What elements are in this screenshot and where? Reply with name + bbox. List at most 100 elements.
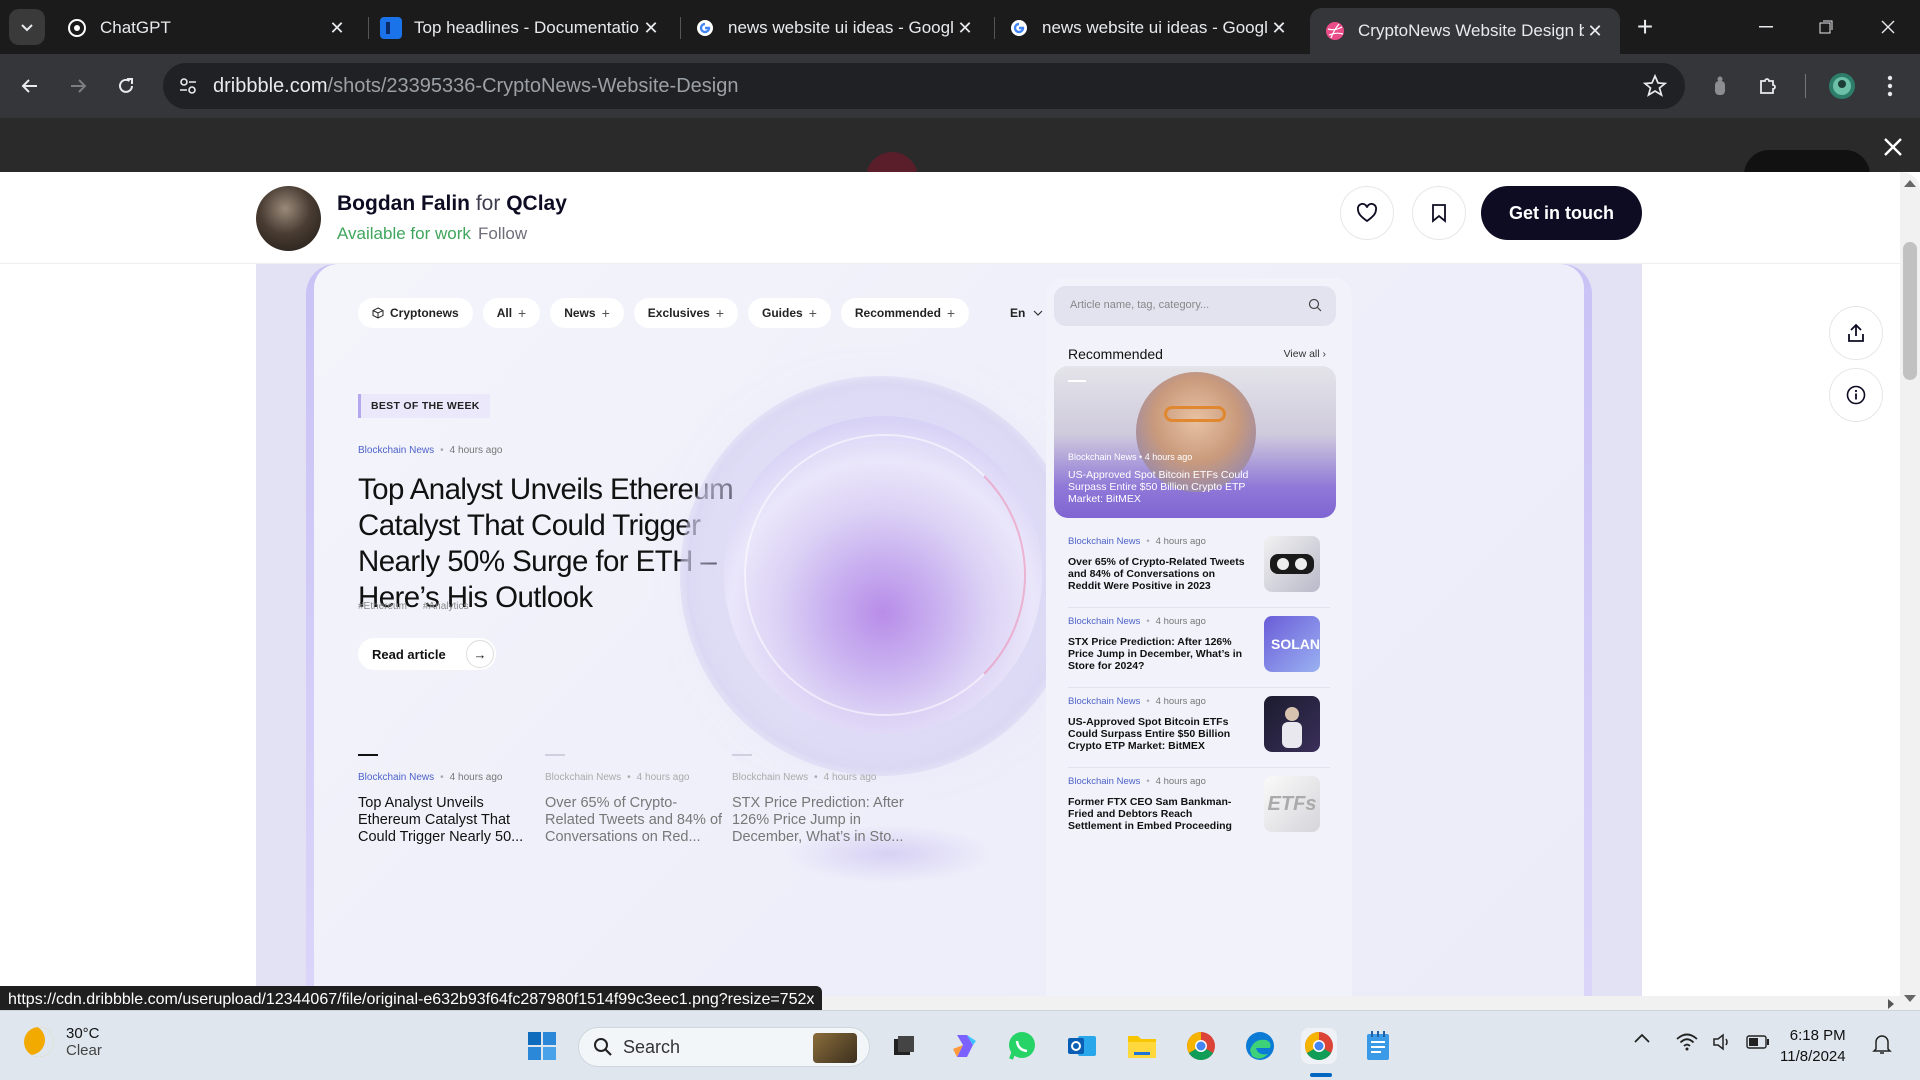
item-thumbnail: ETFs <box>1264 776 1320 832</box>
category-label[interactable]: Blockchain News <box>358 445 434 456</box>
restore-button[interactable] <box>1806 10 1846 44</box>
clock-time: 6:18 PM <box>1789 1027 1846 1044</box>
back-button[interactable] <box>14 70 46 102</box>
recommended-item[interactable]: Blockchain News • 4 hours ago US-Approved … <box>1068 696 1330 768</box>
share-button[interactable] <box>1829 306 1883 360</box>
edge-button[interactable] <box>1242 1028 1278 1064</box>
site-settings-icon[interactable] <box>177 75 199 97</box>
address-bar[interactable]: dribbble.com/shots/23395336-CryptoNews-W… <box>163 63 1685 109</box>
windows-taskbar: 30°C Clear Search 6:18 PM 11/8/2024 <box>0 1010 1920 1080</box>
outlook-button[interactable] <box>1064 1028 1100 1064</box>
search-highlight-image <box>813 1033 857 1063</box>
recommended-item[interactable]: Blockchain News • 4 hours ago Over 65% of … <box>1068 536 1330 608</box>
bookmark-star-icon[interactable] <box>1643 74 1667 98</box>
notepad-button[interactable] <box>1360 1028 1396 1064</box>
arrow-right-icon <box>71 79 87 93</box>
vertical-scrollbar[interactable] <box>1900 172 1920 1010</box>
task-view-button[interactable] <box>886 1028 922 1064</box>
author-name[interactable]: Bogdan Falin <box>337 192 470 215</box>
read-article-button[interactable]: Read article → <box>358 638 496 670</box>
tab-google-search-2[interactable]: news website ui ideas - Google ✕ <box>994 8 1304 48</box>
category-label: Blockchain News <box>732 772 809 783</box>
chip-exclusives[interactable]: Exclusives + <box>633 298 738 328</box>
tab-google-search-1[interactable]: news website ui ideas - Google ✕ <box>680 8 990 48</box>
bottom-article-card[interactable]: Blockchain News • 4 hours ago Over 65% of … <box>545 754 725 846</box>
forward-button[interactable] <box>62 70 94 102</box>
close-tab-icon[interactable]: ✕ <box>640 17 662 39</box>
browser-menu-button[interactable] <box>1874 70 1906 102</box>
copilot-button[interactable] <box>946 1028 982 1064</box>
taskbar-clock[interactable]: 6:18 PM 11/8/2024 <box>1780 1025 1846 1067</box>
whatsapp-button[interactable] <box>1004 1028 1040 1064</box>
taskbar-search[interactable]: Search <box>578 1027 870 1067</box>
like-button[interactable] <box>1340 186 1394 240</box>
close-tab-icon[interactable]: ✕ <box>326 17 348 39</box>
save-button[interactable] <box>1412 186 1466 240</box>
chevron-up-icon[interactable] <box>1634 1033 1650 1043</box>
scroll-up-arrow[interactable] <box>1904 180 1916 187</box>
extensions-button[interactable] <box>1752 70 1784 102</box>
quick-settings[interactable] <box>1676 1033 1770 1051</box>
chip-news[interactable]: News + <box>550 298 624 328</box>
scrollbar-thumb[interactable] <box>1903 242 1917 380</box>
chip-guides[interactable]: Guides + <box>748 298 831 328</box>
minimize-button[interactable] <box>1746 10 1786 44</box>
search-placeholder: Article name, tag, category... <box>1070 299 1210 311</box>
recommended-item[interactable]: Blockchain News • 4 hours ago STX Price Pr… <box>1068 616 1330 688</box>
weather-widget[interactable]: 30°C Clear <box>24 1025 102 1059</box>
dimmed-backdrop[interactable] <box>0 118 1920 204</box>
chip-recommended[interactable]: Recommended + <box>840 298 970 328</box>
bottom-article-card[interactable]: Blockchain News • 4 hours ago Top Analyst … <box>358 754 538 846</box>
category-label: Blockchain News <box>1068 452 1137 462</box>
featured-article-card[interactable]: Blockchain News • 4 hours ago US-Approve… <box>1054 366 1336 518</box>
chevron-down-icon <box>21 24 33 32</box>
heart-icon <box>1357 203 1377 223</box>
tab-chatgpt[interactable]: ChatGPT ✕ <box>52 8 362 48</box>
slide-indicator <box>1068 380 1086 382</box>
bottom-article-card[interactable]: Blockchain News • 4 hours ago STX Price Pr… <box>732 754 912 846</box>
tag[interactable]: #Analytics <box>423 601 469 612</box>
get-in-touch-button[interactable]: Get in touch <box>1481 186 1642 240</box>
profile-button[interactable] <box>1826 70 1858 102</box>
search-icon[interactable] <box>1308 298 1322 312</box>
reload-button[interactable] <box>110 70 142 102</box>
extension-button[interactable] <box>1704 70 1736 102</box>
recommended-item[interactable]: Blockchain News • 4 hours ago Former FTX C… <box>1068 776 1330 848</box>
notifications-button[interactable] <box>1872 1033 1892 1055</box>
language-select[interactable]: En <box>1010 306 1043 320</box>
close-window-button[interactable] <box>1868 10 1908 44</box>
item-thumbnail <box>1264 696 1320 752</box>
new-tab-button[interactable]: + <box>1630 11 1660 42</box>
availability-status[interactable]: Available for work <box>337 224 471 244</box>
inactive-indicator <box>545 754 565 756</box>
tab-documentation[interactable]: Top headlines - Documentation ✕ <box>366 8 676 48</box>
info-button[interactable] <box>1829 368 1883 422</box>
tag[interactable]: #Ethereum <box>358 601 407 612</box>
url-text[interactable]: dribbble.com/shots/23395336-CryptoNews-W… <box>213 75 738 98</box>
start-button[interactable] <box>524 1028 560 1064</box>
view-all-label: View all <box>1283 348 1320 360</box>
close-tab-icon[interactable]: ✕ <box>1268 17 1290 39</box>
author-avatar[interactable] <box>256 186 321 251</box>
chrome-button[interactable] <box>1183 1028 1219 1064</box>
close-shot-button[interactable] <box>1878 132 1908 162</box>
chrome-active-button[interactable] <box>1301 1028 1337 1064</box>
tab-title: Top headlines - Documentation <box>414 18 640 37</box>
chip-cryptonews[interactable]: Cryptonews <box>358 298 473 328</box>
tab-cryptonews-dribbble[interactable]: CryptoNews Website Design b ✕ <box>1310 8 1620 54</box>
close-tab-icon[interactable]: ✕ <box>954 17 976 39</box>
follow-button[interactable]: Follow <box>478 224 527 244</box>
chip-all[interactable]: All + <box>482 298 541 328</box>
scroll-right-arrow[interactable] <box>1888 999 1894 1009</box>
card-title: Over 65% of Crypto-Related Tweets and 84… <box>545 795 723 845</box>
chevron-down-icon <box>1033 310 1043 316</box>
view-all-link[interactable]: View all › <box>1284 348 1326 360</box>
file-explorer-button[interactable] <box>1124 1028 1160 1064</box>
scroll-down-arrow[interactable] <box>1904 995 1916 1002</box>
item-title: Former FTX CEO Sam Bankman-Fried and Deb… <box>1068 796 1232 832</box>
tab-search-button[interactable] <box>9 9 45 45</box>
close-tab-icon[interactable]: ✕ <box>1584 20 1606 42</box>
chip-label: Exclusives <box>647 306 710 320</box>
team-name[interactable]: QClay <box>506 192 567 215</box>
article-search-input[interactable]: Article name, tag, category... <box>1054 286 1336 326</box>
